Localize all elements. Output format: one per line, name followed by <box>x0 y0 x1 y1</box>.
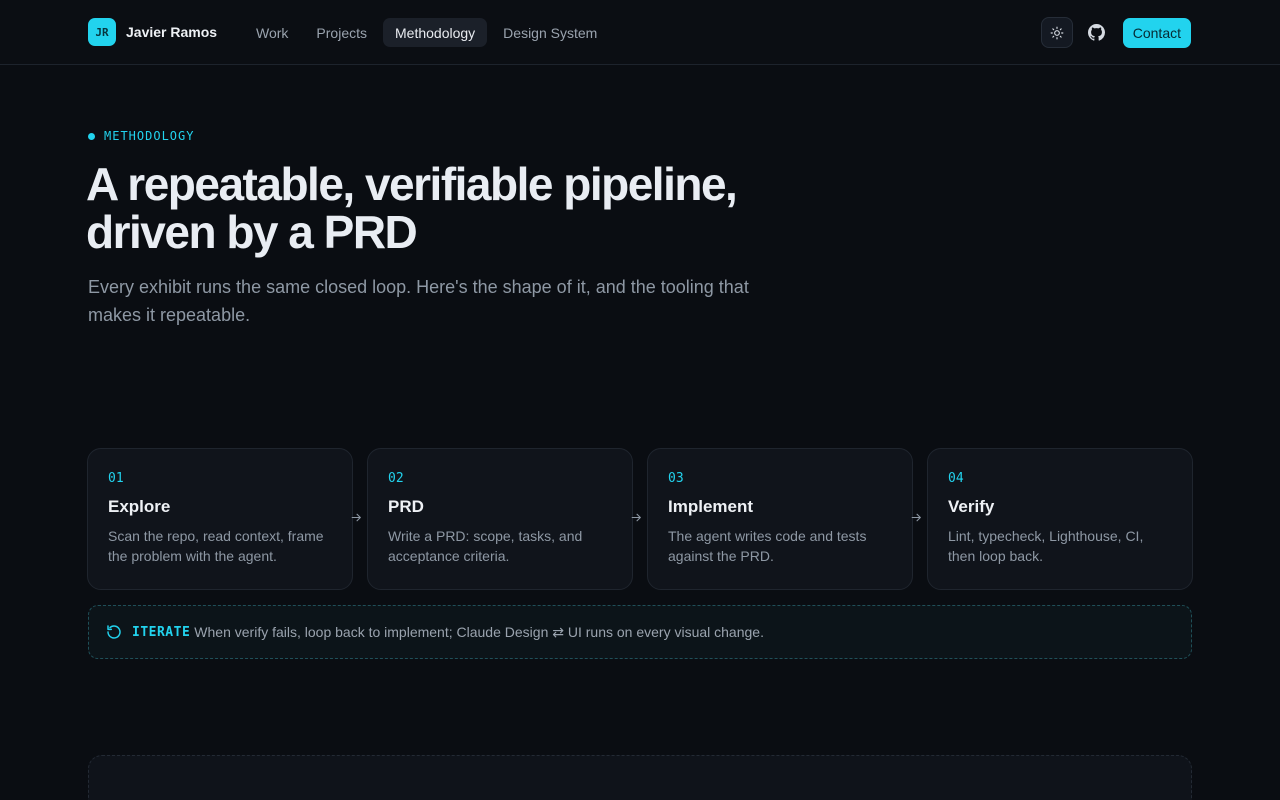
step-card-verify: 04 Verify Lint, typecheck, Lighthouse, C… <box>927 448 1193 590</box>
step-number: 04 <box>948 471 964 486</box>
site-header: JR Javier Ramos Work Projects Methodolog… <box>0 0 1280 65</box>
step-description: Write a PRD: scope, tasks, and acceptanc… <box>388 528 583 564</box>
iterate-banner: ITERATE When verify fails, loop back to … <box>88 605 1192 659</box>
page-title-line-2: driven by a PRD <box>86 206 418 258</box>
step-description: Scan the repo, read context, frame the p… <box>108 528 324 564</box>
nav-item-projects[interactable]: Projects <box>304 18 379 47</box>
eyebrow-dot-icon <box>88 132 95 140</box>
step-card-prd: 02 PRD Write a PRD: scope, tasks, and ac… <box>367 448 633 590</box>
step-title: Explore <box>108 497 171 516</box>
iterate-text: When verify fails, loop back to implemen… <box>194 623 764 640</box>
step-title: Verify <box>948 497 995 516</box>
brand-home-link[interactable]: JR Javier Ramos <box>88 18 217 46</box>
page-title-line-1: A repeatable, verifiable pipeline, <box>86 158 738 210</box>
github-link-button[interactable] <box>1081 17 1113 48</box>
pipeline-steps: 01 Explore Scan the repo, read context, … <box>87 448 1193 590</box>
step-description: Lint, typecheck, Lighthouse, CI, then lo… <box>948 528 1144 564</box>
brand-logo: JR <box>88 18 116 46</box>
arrow-right-icon <box>349 510 363 524</box>
nav-item-methodology[interactable]: Methodology <box>383 18 488 47</box>
step-title: PRD <box>388 497 424 516</box>
arrow-right-icon <box>909 510 923 524</box>
section-eyebrow: METHODOLOGY <box>88 129 194 143</box>
nav-item-work[interactable]: Work <box>244 18 300 47</box>
main-nav: Work Projects Methodology Design System <box>244 18 609 47</box>
step-title: Implement <box>668 497 754 516</box>
eyebrow-label: METHODOLOGY <box>104 129 195 143</box>
brand-name: Javier Ramos <box>126 24 218 40</box>
step-description: The agent writes code and tests against … <box>668 528 867 564</box>
refresh-loop-icon <box>107 625 121 639</box>
page-title: A repeatable, verifiable pipeline, drive… <box>86 160 846 256</box>
page-subtitle: Every exhibit runs the same closed loop.… <box>88 277 749 325</box>
theme-toggle-button[interactable] <box>1040 17 1073 48</box>
arrow-right-icon <box>629 510 643 524</box>
step-number: 03 <box>668 471 684 486</box>
step-number: 01 <box>108 471 124 486</box>
step-card-explore: 01 Explore Scan the repo, read context, … <box>87 448 353 590</box>
step-number: 02 <box>388 471 404 486</box>
sun-icon <box>1050 26 1064 39</box>
header-actions: Contact <box>1040 17 1191 48</box>
iterate-label: ITERATE <box>132 624 191 640</box>
github-icon <box>1088 24 1106 41</box>
next-section-panel <box>88 755 1192 800</box>
step-card-implement: 03 Implement The agent writes code and t… <box>647 448 913 590</box>
contact-button[interactable]: Contact <box>1122 17 1191 48</box>
nav-item-design-system[interactable]: Design System <box>491 18 609 47</box>
